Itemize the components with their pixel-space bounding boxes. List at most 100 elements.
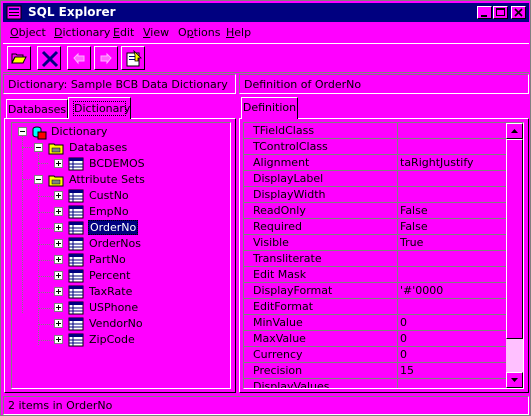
property-row[interactable]: Transliterate — [244, 251, 507, 267]
property-value[interactable]: taRightJustify — [398, 155, 507, 171]
property-name: DisplayLabel — [244, 171, 398, 187]
property-value[interactable] — [398, 251, 507, 267]
property-value[interactable] — [398, 123, 507, 139]
maximize-button[interactable] — [493, 6, 508, 19]
sql-explorer-window: SQL Explorer Object Dictionary Edit View… — [0, 0, 531, 416]
expand-toggle[interactable] — [54, 271, 63, 280]
menu-edit[interactable]: Edit — [113, 26, 134, 39]
expand-toggle[interactable] — [54, 239, 63, 248]
table-icon — [68, 237, 84, 251]
delete-x-icon — [41, 50, 59, 68]
menu-options[interactable]: Options — [178, 26, 220, 39]
property-value[interactable] — [398, 267, 507, 283]
property-row[interactable]: DisplayFormat '#'0000 — [244, 283, 507, 299]
app-icon[interactable] — [6, 5, 22, 20]
property-name: Required — [244, 219, 398, 235]
expand-toggle[interactable] — [54, 303, 63, 312]
expand-toggle[interactable] — [54, 319, 63, 328]
property-row[interactable]: Currency 0 — [244, 347, 507, 363]
undo-button[interactable] — [67, 46, 91, 70]
dictionary-header: Dictionary: Sample BCB Data Dictionary — [3, 74, 236, 94]
tree-label: EmpNo — [89, 205, 129, 218]
property-row[interactable]: MinValue 0 — [244, 315, 507, 331]
tree-connector — [38, 276, 54, 277]
delete-button[interactable] — [37, 46, 61, 70]
property-row[interactable]: Required False — [244, 219, 507, 235]
property-row[interactable]: EditFormat — [244, 299, 507, 315]
property-row[interactable]: ReadOnly False — [244, 203, 507, 219]
scroll-down-button[interactable] — [506, 372, 523, 388]
property-row[interactable]: DisplayWidth — [244, 187, 507, 203]
expand-toggle[interactable] — [54, 335, 63, 344]
expand-toggle[interactable] — [54, 255, 63, 264]
menu-view[interactable]: View — [143, 26, 169, 39]
menu-edit-rest: dit — [119, 26, 135, 39]
property-grid[interactable]: TFieldClass TControlClass Alignment taRight… — [243, 122, 524, 389]
tab-databases[interactable]: Databases — [6, 99, 68, 119]
vertical-scrollbar[interactable] — [506, 123, 523, 388]
property-value[interactable]: 0 — [398, 331, 507, 347]
property-value[interactable] — [398, 139, 507, 155]
minimize-button[interactable] — [477, 6, 492, 19]
open-button[interactable] — [7, 46, 31, 70]
tree-connector — [38, 308, 54, 309]
property-value[interactable]: '#'0000 — [398, 283, 507, 299]
table-icon — [68, 269, 84, 283]
expand-toggle[interactable] — [54, 287, 63, 296]
property-row[interactable]: TFieldClass — [244, 123, 507, 139]
property-value[interactable]: 0 — [398, 347, 507, 363]
collapse-toggle[interactable] — [34, 175, 43, 184]
property-row[interactable]: Alignment taRightJustify — [244, 155, 507, 171]
close-icon — [514, 8, 523, 17]
scroll-up-button[interactable] — [506, 123, 523, 139]
property-value[interactable]: 15 — [398, 363, 507, 379]
property-row[interactable]: MaxValue 0 — [244, 331, 507, 347]
tree-connector — [38, 340, 54, 341]
menu-help[interactable]: Help — [226, 26, 251, 39]
expand-toggle[interactable] — [54, 159, 63, 168]
property-value[interactable] — [398, 379, 507, 388]
folder-icon — [48, 143, 64, 155]
tab-dictionary[interactable]: Dictionary — [68, 97, 131, 119]
expand-toggle[interactable] — [54, 223, 63, 232]
property-row[interactable]: DisplayLabel — [244, 171, 507, 187]
menu-object[interactable]: Object — [10, 26, 46, 39]
property-row[interactable]: DisplayValues — [244, 379, 507, 388]
property-name: MinValue — [244, 315, 398, 331]
property-value[interactable] — [398, 299, 507, 315]
property-row[interactable]: Edit Mask — [244, 267, 507, 283]
tree-label: TaxRate — [89, 285, 133, 298]
scroll-thumb[interactable] — [506, 139, 523, 339]
property-value[interactable]: True — [398, 235, 507, 251]
close-button[interactable] — [511, 6, 526, 19]
expand-toggle[interactable] — [54, 207, 63, 216]
title-bar[interactable]: SQL Explorer — [3, 3, 529, 22]
property-value[interactable] — [398, 187, 507, 203]
window-title: SQL Explorer — [28, 5, 116, 19]
property-name: Currency — [244, 347, 398, 363]
apply-button[interactable] — [121, 46, 145, 70]
property-value[interactable]: 0 — [398, 315, 507, 331]
table-icon — [68, 301, 84, 315]
dictionary-tree[interactable]: Dictionary Databases BCDEMOS Attribute S… — [11, 122, 231, 389]
property-row[interactable]: Visible True — [244, 235, 507, 251]
definition-header: Definition of OrderNo — [239, 74, 529, 94]
collapse-toggle[interactable] — [34, 143, 43, 152]
tree-connector — [38, 292, 54, 293]
property-row[interactable]: TControlClass — [244, 139, 507, 155]
property-name: ReadOnly — [244, 203, 398, 219]
tree-label: OrderNos — [89, 237, 141, 250]
menu-dictionary[interactable]: Dictionary — [54, 26, 110, 39]
collapse-toggle[interactable] — [18, 127, 27, 136]
tree-label: ZipCode — [89, 333, 135, 346]
property-row[interactable]: Precision 15 — [244, 363, 507, 379]
property-name: DisplayWidth — [244, 187, 398, 203]
property-value[interactable]: False — [398, 219, 507, 235]
redo-button[interactable] — [94, 46, 118, 70]
tab-definition[interactable]: Definition — [241, 97, 298, 119]
property-value[interactable]: False — [398, 203, 507, 219]
tree-connector — [38, 228, 54, 229]
expand-toggle[interactable] — [54, 191, 63, 200]
tab-databases-label: Databases — [7, 103, 67, 116]
property-value[interactable] — [398, 171, 507, 187]
